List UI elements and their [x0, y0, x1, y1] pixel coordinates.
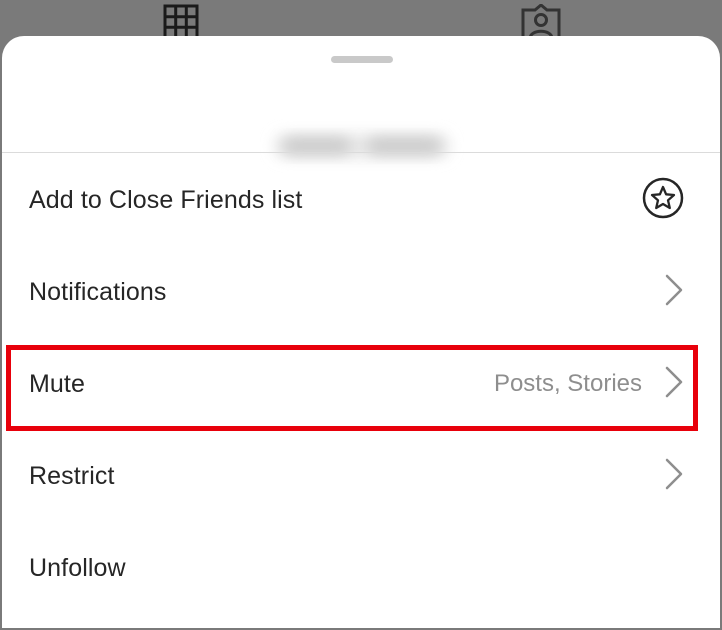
menu-item-label: Add to Close Friends list: [29, 185, 303, 214]
chevron-right-icon: [664, 457, 684, 496]
menu-item-restrict[interactable]: Restrict: [2, 430, 720, 522]
chevron-right-icon: [664, 273, 684, 312]
screen: Add to Close Friends list Notifications: [0, 0, 722, 630]
menu-item-notifications[interactable]: Notifications: [2, 246, 720, 338]
menu-item-label: Notifications: [29, 277, 167, 306]
menu-item-label: Unfollow: [29, 553, 126, 582]
sheet-drag-handle[interactable]: [331, 56, 393, 63]
menu-item-unfollow[interactable]: Unfollow: [2, 522, 720, 614]
chevron-right-icon: [664, 365, 684, 404]
menu-item-label: Mute: [29, 369, 85, 398]
mute-status-value: Posts, Stories: [493, 370, 642, 397]
bottom-sheet: Add to Close Friends list Notifications: [2, 36, 720, 628]
menu-item-mute[interactable]: Mute Posts, Stories: [2, 338, 720, 430]
options-menu: Add to Close Friends list Notifications: [2, 154, 720, 614]
star-circle-icon[interactable]: [642, 177, 684, 224]
header-divider: [2, 152, 720, 153]
menu-item-close-friends[interactable]: Add to Close Friends list: [2, 154, 720, 246]
menu-item-label: Restrict: [29, 461, 115, 490]
background-profile-tabs: [0, 0, 722, 42]
